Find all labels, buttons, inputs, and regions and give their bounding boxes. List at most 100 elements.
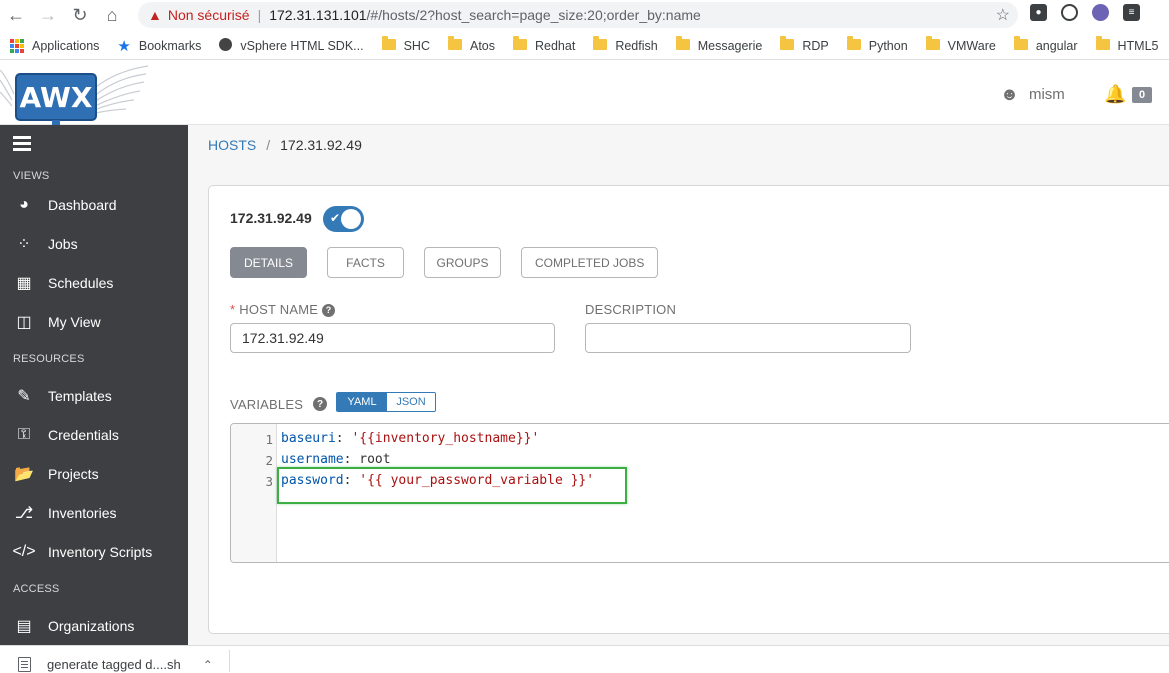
download-filename: generate tagged d....sh	[47, 657, 181, 672]
bookmark-item[interactable]: Messagerie	[675, 35, 763, 53]
edit-icon: ✎	[17, 388, 31, 405]
bookmark-item[interactable]: ★ Bookmarks	[117, 37, 201, 55]
sidebar-item-credentials[interactable]: ⚿ Credentials	[0, 416, 188, 454]
bookmark-item[interactable]: Python	[846, 35, 908, 53]
extension-network-icon[interactable]	[1061, 4, 1078, 21]
host-name-label-text: HOST NAME	[239, 302, 319, 317]
bookmark-item[interactable]: Applications	[10, 38, 99, 53]
main-content: HOSTS / 172.31.92.49 172.31.92.49 ✔ DETA…	[188, 125, 1169, 645]
yaml-button[interactable]: YAML	[337, 393, 387, 411]
variables-help-icon[interactable]: ?	[313, 397, 327, 411]
sidebar-item-jobs[interactable]: ⁘ Jobs	[0, 225, 188, 263]
sidebar-item-dashboard[interactable]: ◕ Dashboard	[0, 186, 188, 224]
extension-icons: ● ≡	[1030, 4, 1140, 21]
highlight-annotation-box	[277, 467, 627, 504]
sitemap-icon: ⎇	[14, 505, 34, 522]
download-item[interactable]: generate tagged d....sh ⌃	[18, 657, 213, 672]
vsphere-icon	[219, 37, 233, 54]
variables-label: VARIABLES	[230, 397, 303, 412]
host-enabled-toggle[interactable]: ✔	[323, 206, 364, 232]
bookmark-item[interactable]: angular	[1013, 35, 1078, 53]
sidebar-item-label: Schedules	[48, 275, 114, 291]
bookmark-item[interactable]: VMWare	[925, 35, 996, 53]
bookmark-item[interactable]: HTML5	[1095, 35, 1159, 53]
jobs-spinner-icon: ⁘	[17, 236, 31, 253]
address-bar[interactable]: ▲ Non sécurisé | 172.31.131.101/#/hosts/…	[138, 2, 1018, 28]
bookmark-item[interactable]: vSphere HTML SDK...	[219, 37, 364, 54]
building-icon: ▤	[16, 618, 32, 635]
bookmark-label: Redfish	[615, 38, 658, 53]
sidebar-item-label: Organizations	[48, 618, 135, 634]
sidebar-item-inventories[interactable]: ⎇ Inventories	[0, 494, 188, 532]
host-name-input[interactable]: 172.31.92.49	[230, 323, 555, 353]
app-header	[0, 64, 1169, 125]
bookmark-item[interactable]: Redfish	[593, 35, 658, 53]
download-separator	[229, 650, 230, 672]
bookmark-item[interactable]: RDP	[780, 35, 829, 53]
folder-icon	[593, 35, 608, 53]
user-menu[interactable]: ☻ mism	[1000, 84, 1065, 105]
bookmark-star-icon[interactable]: ☆	[996, 5, 1010, 25]
username: mism	[1028, 86, 1065, 103]
star-icon: ★	[117, 37, 131, 55]
toggle-knob	[341, 209, 361, 229]
key-icon: ⚿	[17, 426, 31, 443]
apps-grid-icon	[10, 38, 24, 53]
bookmark-label: HTML5	[1117, 38, 1159, 53]
variables-format-toggle: YAML JSON	[336, 392, 436, 412]
insecure-label: Non sécurisé	[167, 7, 250, 23]
host-title: 172.31.92.49	[230, 210, 312, 226]
code-line: username: root	[281, 452, 391, 467]
extension-vu-icon[interactable]	[1092, 4, 1109, 21]
bookmark-label: angular	[1035, 38, 1078, 53]
host-detail-card: 172.31.92.49 ✔ DETAILS FACTS GROUPS COMP…	[208, 185, 1169, 634]
folder-icon	[447, 35, 462, 53]
description-input[interactable]	[585, 323, 911, 353]
sidebar-item-label: Dashboard	[48, 197, 117, 213]
folder-icon	[780, 35, 795, 53]
sidebar-item-schedules[interactable]: ▦ Schedules	[0, 264, 188, 302]
awx-logo[interactable]: AWX	[0, 64, 150, 126]
sidebar: VIEWS ◕ Dashboard ⁘ Jobs ▦ Schedules ◫ M…	[0, 125, 188, 645]
sidebar-item-label: Inventory Scripts	[48, 544, 153, 560]
tab-groups[interactable]: GROUPS	[424, 247, 501, 278]
file-icon	[18, 657, 31, 672]
bookmark-item[interactable]: Atos	[447, 35, 495, 53]
sidebar-item-templates[interactable]: ✎ Templates	[0, 377, 188, 415]
forward-arrow-icon[interactable]: →	[32, 0, 64, 30]
tab-facts[interactable]: FACTS	[327, 247, 404, 278]
folder-icon	[381, 35, 396, 53]
json-button[interactable]: JSON	[387, 393, 435, 411]
notification-count-badge[interactable]: 0	[1132, 87, 1152, 103]
variables-label-text: VARIABLES	[230, 397, 304, 412]
extension-translate-icon[interactable]: ≡	[1123, 4, 1140, 21]
sidebar-item-organizations[interactable]: ▤ Organizations	[0, 607, 188, 645]
breadcrumb-current: 172.31.92.49	[280, 137, 362, 153]
back-arrow-icon[interactable]: ←	[0, 0, 32, 30]
tab-completed-jobs[interactable]: COMPLETED JOBS	[521, 247, 659, 278]
calendar-icon: ▦	[16, 275, 32, 292]
folder-icon	[846, 35, 861, 53]
help-icon[interactable]: ?	[322, 303, 336, 317]
chevron-up-icon[interactable]: ⌃	[203, 658, 213, 672]
tab-details[interactable]: DETAILS	[230, 247, 307, 278]
hamburger-menu-icon[interactable]	[13, 136, 31, 154]
bookmark-item[interactable]: Redhat	[513, 35, 575, 53]
bookmark-label: vSphere HTML SDK...	[240, 38, 364, 53]
description-label: DESCRIPTION	[585, 302, 677, 317]
bookmark-item[interactable]: SHC	[381, 35, 430, 53]
sidebar-item-my-view[interactable]: ◫ My View	[0, 303, 188, 341]
bookmark-label: Messagerie	[697, 38, 763, 53]
folder-open-icon: 📂	[14, 466, 34, 483]
reload-icon[interactable]: ↻	[64, 0, 96, 30]
extension-lightbulb-icon[interactable]: ●	[1030, 4, 1047, 21]
sidebar-item-inventory-scripts[interactable]: </> Inventory Scripts	[0, 533, 188, 571]
bell-icon[interactable]: 🔔	[1104, 84, 1126, 105]
sidebar-item-label: Projects	[48, 466, 99, 482]
breadcrumb-separator: /	[266, 137, 271, 153]
home-icon[interactable]: ⌂	[96, 0, 128, 30]
sidebar-item-projects[interactable]: 📂 Projects	[0, 455, 188, 493]
section-access: ACCESS	[13, 583, 60, 595]
bookmark-label: VMWare	[947, 38, 996, 53]
breadcrumb-hosts-link[interactable]: HOSTS	[208, 137, 256, 153]
